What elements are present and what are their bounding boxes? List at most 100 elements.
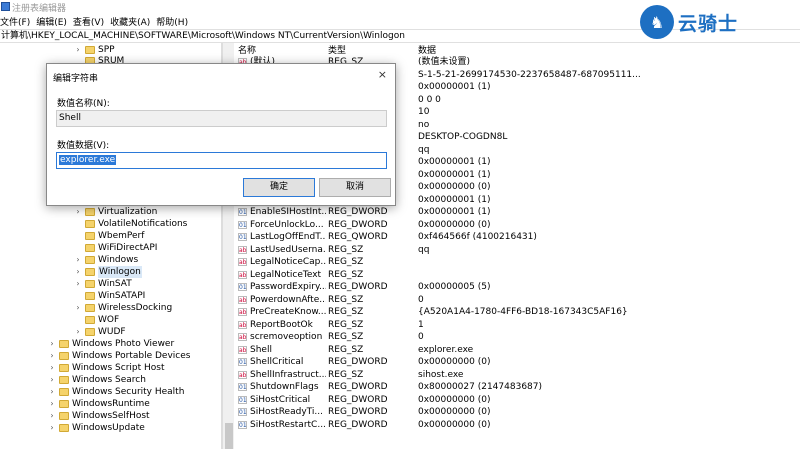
tree-item[interactable]: WiFiDirectAPI (74, 242, 157, 254)
dialog-title: 编辑字符串 (53, 74, 99, 84)
tree-item-label: WindowsUpdate (72, 423, 145, 433)
value-row[interactable]: ab PowerdownAfte... REG_SZ 0 (236, 294, 800, 306)
tree-item-label: WbemPerf (98, 231, 145, 241)
watermark-logo: ♞ 云骑士 (640, 4, 790, 40)
header-data[interactable]: 数据 (418, 43, 436, 56)
window-title: 注册表编辑器 (12, 4, 67, 14)
value-row[interactable]: ab scremoveoption REG_SZ 0 (236, 331, 800, 343)
value-row[interactable]: 01 SiHostReadyTi... REG_DWORD 0x00000000 (0… (236, 406, 800, 418)
tree-item[interactable]: › Windows Script Host (48, 362, 164, 374)
value-row[interactable]: 01 LastLogOffEndT... REG_QWORD 0xf464566f (… (236, 231, 800, 243)
value-row[interactable]: 01 PasswordExpiry... REG_DWORD 0x00000005 (… (236, 281, 800, 293)
menu-help[interactable]: 帮助(H) (156, 14, 188, 29)
ok-button[interactable]: 确定 (243, 178, 315, 197)
binary-value-icon: 01 (238, 233, 247, 241)
value-name: EnableSIHostInt... (250, 207, 326, 217)
value-type: REG_SZ (328, 269, 364, 280)
edit-string-dialog: 编辑字符串 × 数值名称(N): Shell 数值数据(V): explorer… (46, 63, 396, 206)
menu-favorites[interactable]: 收藏夹(A) (110, 14, 150, 29)
tree-item[interactable]: VolatileNotifications (74, 218, 187, 230)
folder-icon (59, 340, 69, 348)
tree-item[interactable]: › WinSAT (74, 278, 131, 290)
expand-arrow-icon[interactable]: › (74, 326, 82, 338)
value-row[interactable]: ab LegalNoticeCap... REG_SZ (236, 256, 800, 268)
tree-item[interactable]: › WirelessDocking (74, 302, 172, 314)
value-type: REG_SZ (328, 244, 364, 255)
menu-view[interactable]: 查看(V) (73, 14, 104, 29)
value-row[interactable]: ab LegalNoticeText REG_SZ (236, 269, 800, 281)
expand-arrow-icon[interactable]: › (48, 386, 56, 398)
folder-icon (85, 316, 95, 324)
menu-file[interactable]: 文件(F) (0, 14, 30, 29)
expand-arrow-icon[interactable]: › (48, 422, 56, 434)
tree-item[interactable]: › Windows Search (48, 374, 146, 386)
tree-item[interactable]: › WUDF (74, 326, 125, 338)
value-data: 0x00000000 (0) (418, 394, 491, 405)
value-name-label: 数值名称(N): (57, 99, 110, 109)
value-row[interactable]: ab LastUsedUserna... REG_SZ qq (236, 244, 800, 256)
expand-arrow-icon[interactable]: › (48, 374, 56, 386)
value-row[interactable]: ab ShellInfrastruct... REG_SZ sihost.exe (236, 369, 800, 381)
value-row[interactable]: 01 ShutdownFlags REG_DWORD 0x80000027 (2147… (236, 381, 800, 393)
expand-arrow-icon[interactable]: › (74, 206, 82, 218)
tree-item[interactable]: › Windows Security Health (48, 386, 184, 398)
value-data: 0x00000000 (0) (418, 419, 491, 430)
expand-arrow-icon[interactable]: › (74, 278, 82, 290)
tree-item[interactable]: › Windows (74, 254, 138, 266)
string-value-icon: ab (238, 320, 247, 329)
tree-item[interactable]: WbemPerf (74, 230, 144, 242)
header-type[interactable]: 类型 (328, 43, 346, 56)
tree-item-label: WinSATAPI (98, 291, 146, 301)
value-row[interactable]: ab PreCreateKnow... REG_SZ {A520A1A4-1780-4… (236, 306, 800, 318)
folder-icon (85, 208, 95, 216)
folder-icon (85, 304, 95, 312)
scrollbar-thumb[interactable] (225, 423, 233, 449)
tree-item-label: Windows Security Health (72, 387, 185, 397)
folder-icon (85, 292, 95, 300)
tree-item[interactable]: WinSATAPI (74, 290, 145, 302)
tree-item[interactable]: › WindowsUpdate (48, 422, 145, 434)
tree-item[interactable]: › Windows Portable Devices (48, 350, 190, 362)
cancel-button[interactable]: 取消 (319, 178, 391, 197)
value-row[interactable]: 01 SiHostRestartC... REG_DWORD 0x00000000 (… (236, 419, 800, 431)
tree-item[interactable]: › Windows Photo Viewer (48, 338, 174, 350)
folder-icon (85, 328, 95, 336)
value-name: SiHostCritical (250, 394, 311, 405)
value-row[interactable]: ab Shell REG_SZ explorer.exe (236, 344, 800, 356)
close-icon[interactable]: × (378, 68, 387, 81)
menu-edit[interactable]: 编辑(E) (36, 14, 67, 29)
string-value-icon: ab (238, 370, 247, 379)
expand-arrow-icon[interactable]: › (48, 338, 56, 350)
expand-arrow-icon[interactable]: › (74, 302, 82, 314)
folder-icon (59, 352, 69, 360)
string-value-icon: ab (238, 333, 247, 341)
expand-arrow-icon[interactable]: › (74, 254, 82, 266)
tree-item[interactable]: › WindowsSelfHost (48, 410, 150, 422)
expand-arrow-icon[interactable]: › (48, 350, 56, 362)
expand-arrow-icon[interactable]: › (74, 266, 82, 278)
tree-item-label: WindowsSelfHost (72, 411, 150, 421)
value-name: SiHostRestartC... (250, 419, 326, 430)
header-name[interactable]: 名称 (238, 43, 256, 56)
tree-item[interactable]: › Virtualization (74, 206, 157, 218)
value-row[interactable]: 01 ShellCritical REG_DWORD 0x00000000 (0) (236, 356, 800, 368)
value-data-input[interactable]: explorer.exe (56, 152, 387, 169)
binary-value-icon: 01 (238, 220, 247, 229)
value-name: PasswordExpiry... (250, 282, 326, 292)
folder-icon (59, 376, 69, 384)
tree-item[interactable]: › Winlogon (74, 266, 142, 278)
value-row[interactable]: ab ReportBootOk REG_SZ 1 (236, 319, 800, 331)
expand-arrow-icon[interactable]: › (48, 362, 56, 374)
expand-arrow-icon[interactable]: › (48, 398, 56, 410)
value-type: REG_DWORD (328, 282, 388, 292)
tree-item[interactable]: WOF (74, 314, 119, 326)
value-row[interactable]: 01 ForceUnlockLo... REG_DWORD 0x00000000 (0… (236, 219, 800, 231)
value-row[interactable]: 01 SiHostCritical REG_DWORD 0x00000000 (0) (236, 394, 800, 406)
expand-arrow-icon[interactable]: › (48, 410, 56, 422)
tree-item[interactable]: › WindowsRuntime (48, 398, 149, 410)
tree-item-label: VolatileNotifications (98, 219, 188, 229)
value-row[interactable]: 01 EnableSIHostInt... REG_DWORD 0x00000001 … (236, 206, 800, 218)
string-value-icon: ab (238, 258, 247, 266)
value-name: LegalNoticeText (250, 269, 322, 280)
value-data-label: 数值数据(V): (57, 141, 110, 151)
